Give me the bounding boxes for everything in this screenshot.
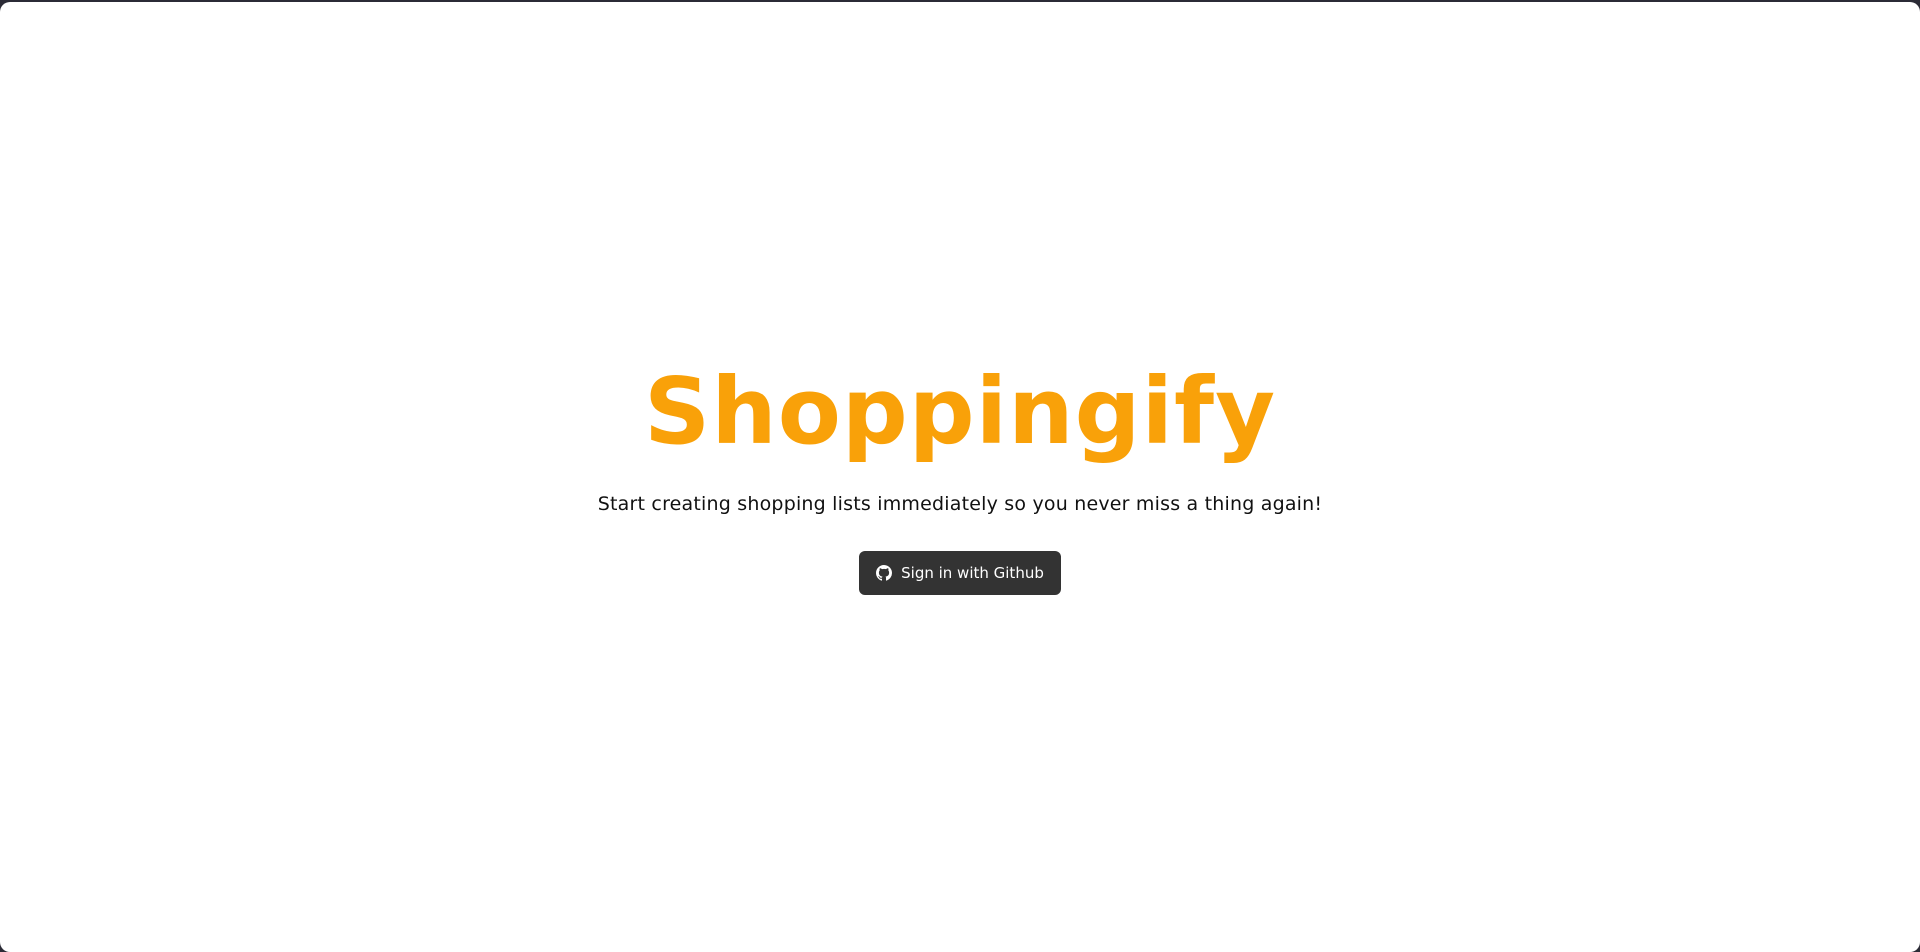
page-title: Shoppingify [643,358,1277,465]
sign-in-github-label: Sign in with Github [901,564,1044,582]
sign-in-github-button[interactable]: Sign in with Github [859,551,1061,595]
github-icon [876,565,893,581]
landing-page: Shoppingify Start creating shopping list… [0,2,1920,952]
tagline: Start creating shopping lists immediatel… [597,493,1323,515]
